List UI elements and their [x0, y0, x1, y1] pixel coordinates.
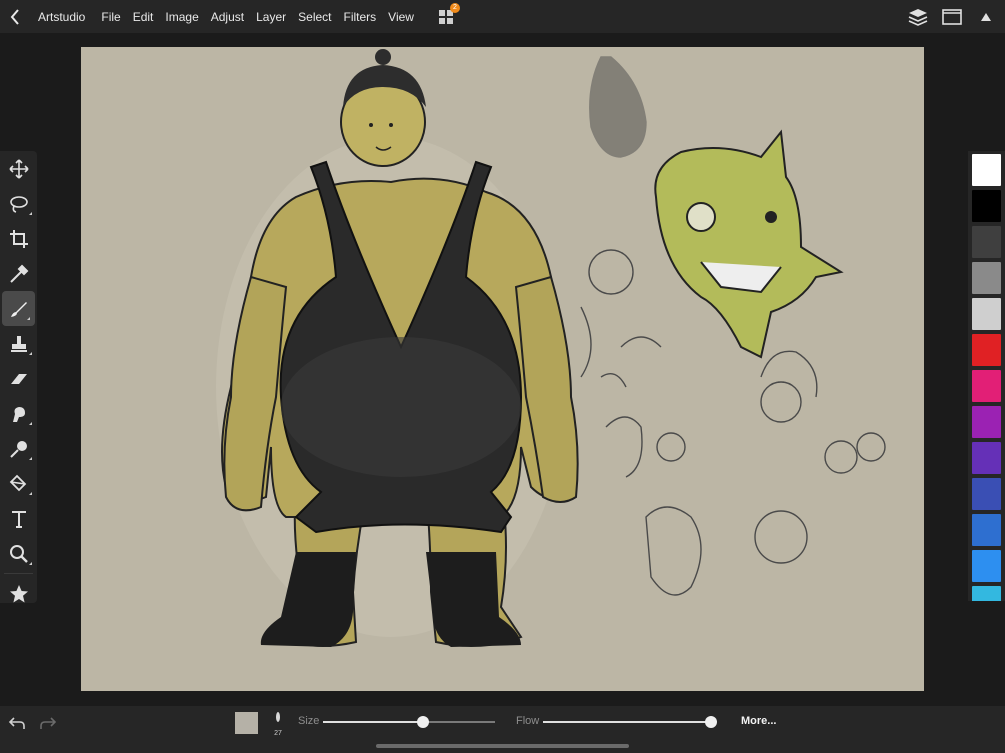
move-tool[interactable] [0, 151, 37, 186]
smudge-icon [12, 406, 25, 422]
undo-button[interactable] [7, 714, 27, 732]
flow-label: Flow [516, 715, 540, 727]
menu-layer[interactable]: Layer [256, 10, 294, 24]
color-swatch[interactable] [972, 514, 1001, 546]
color-swatch[interactable] [972, 442, 1001, 474]
submenu-indicator [29, 457, 32, 460]
color-swatch[interactable] [972, 334, 1001, 366]
move-arrows-icon [8, 158, 29, 179]
more-button[interactable]: More... [741, 715, 776, 727]
color-swatch[interactable] [972, 370, 1001, 402]
color-swatch[interactable] [972, 298, 1001, 330]
extensions-button[interactable]: 2 [436, 2, 460, 27]
window-icon [942, 8, 962, 25]
menu-adjust[interactable]: Adjust [211, 10, 252, 24]
size-label: Size [298, 715, 320, 727]
color-swatch[interactable] [972, 586, 1001, 601]
brush-icon [10, 301, 27, 317]
submenu-indicator [27, 317, 30, 320]
submenu-indicator [29, 562, 32, 565]
artwork [216, 49, 886, 647]
zoom-tool[interactable] [0, 536, 37, 571]
flow-slider-fill [543, 721, 711, 723]
color-swatch[interactable] [972, 226, 1001, 258]
text-tool[interactable] [0, 501, 37, 536]
redo-button[interactable] [38, 714, 58, 732]
crop-tool[interactable] [0, 221, 37, 256]
bottom-bar: 27 Size Flow More... [0, 706, 1005, 753]
smudge-tool[interactable] [0, 396, 37, 431]
brush-tool[interactable] [2, 291, 35, 326]
triangle-up-icon [981, 12, 991, 21]
menu-bar: Artstudio File Edit Image Adjust Layer S… [30, 2, 460, 27]
color-palette [968, 151, 1005, 601]
chevron-left-icon [10, 8, 19, 25]
paint-bucket-icon [9, 474, 26, 491]
magnifier-icon [9, 544, 28, 563]
lasso-tool[interactable] [0, 186, 37, 221]
menu-file[interactable]: File [101, 10, 128, 24]
layers-button[interactable] [903, 0, 933, 33]
size-slider-fill [323, 721, 423, 723]
submenu-indicator [29, 352, 32, 355]
eyedropper-icon [9, 264, 28, 283]
top-bar: Artstudio File Edit Image Adjust Layer S… [0, 0, 1005, 33]
submenu-indicator [29, 212, 32, 215]
eraser-tool[interactable] [0, 361, 37, 396]
crop-icon [9, 229, 28, 248]
top-right-controls [903, 0, 1005, 33]
drawing-canvas[interactable] [81, 47, 924, 691]
menu-filters[interactable]: Filters [344, 10, 385, 24]
brush-size-value: 27 [274, 730, 282, 737]
layers-stack-icon [908, 8, 928, 26]
color-swatch[interactable] [972, 478, 1001, 510]
extensions-badge: 2 [449, 2, 460, 13]
menu-view[interactable]: View [388, 10, 422, 24]
app-name[interactable]: Artstudio [38, 10, 93, 24]
collapse-button[interactable] [971, 0, 1001, 33]
back-button[interactable] [0, 0, 30, 33]
color-swatch[interactable] [972, 190, 1001, 222]
favorites-tool[interactable] [0, 576, 37, 611]
color-swatch[interactable] [972, 550, 1001, 582]
text-icon [11, 510, 26, 528]
flow-slider-thumb[interactable] [705, 716, 717, 728]
lasso-icon [9, 195, 28, 213]
redo-icon [40, 717, 57, 729]
fill-tool[interactable] [0, 466, 37, 501]
submenu-indicator [29, 492, 32, 495]
color-swatch[interactable] [972, 406, 1001, 438]
submenu-indicator [29, 422, 32, 425]
stamp-tool[interactable] [0, 326, 37, 361]
home-indicator [376, 744, 629, 748]
dodge-icon [9, 440, 27, 458]
brush-tip-icon [276, 712, 280, 722]
menu-image[interactable]: Image [165, 10, 206, 24]
size-slider-thumb[interactable] [416, 716, 429, 728]
color-swatch[interactable] [972, 262, 1001, 294]
current-color[interactable] [235, 712, 258, 734]
wrestler-drawing [216, 49, 579, 647]
eyedropper-tool[interactable] [0, 256, 37, 291]
dodge-tool[interactable] [0, 431, 37, 466]
color-swatch[interactable] [972, 154, 1001, 186]
tool-palette [0, 151, 37, 603]
stamp-icon [10, 335, 27, 352]
goblin-drawing [654, 129, 844, 359]
eraser-icon [10, 373, 27, 384]
menu-select[interactable]: Select [298, 10, 339, 24]
star-icon [9, 584, 28, 602]
undo-icon [8, 717, 25, 729]
fullscreen-button[interactable] [937, 0, 967, 33]
toolbar-divider [4, 573, 33, 574]
menu-edit[interactable]: Edit [133, 10, 162, 24]
